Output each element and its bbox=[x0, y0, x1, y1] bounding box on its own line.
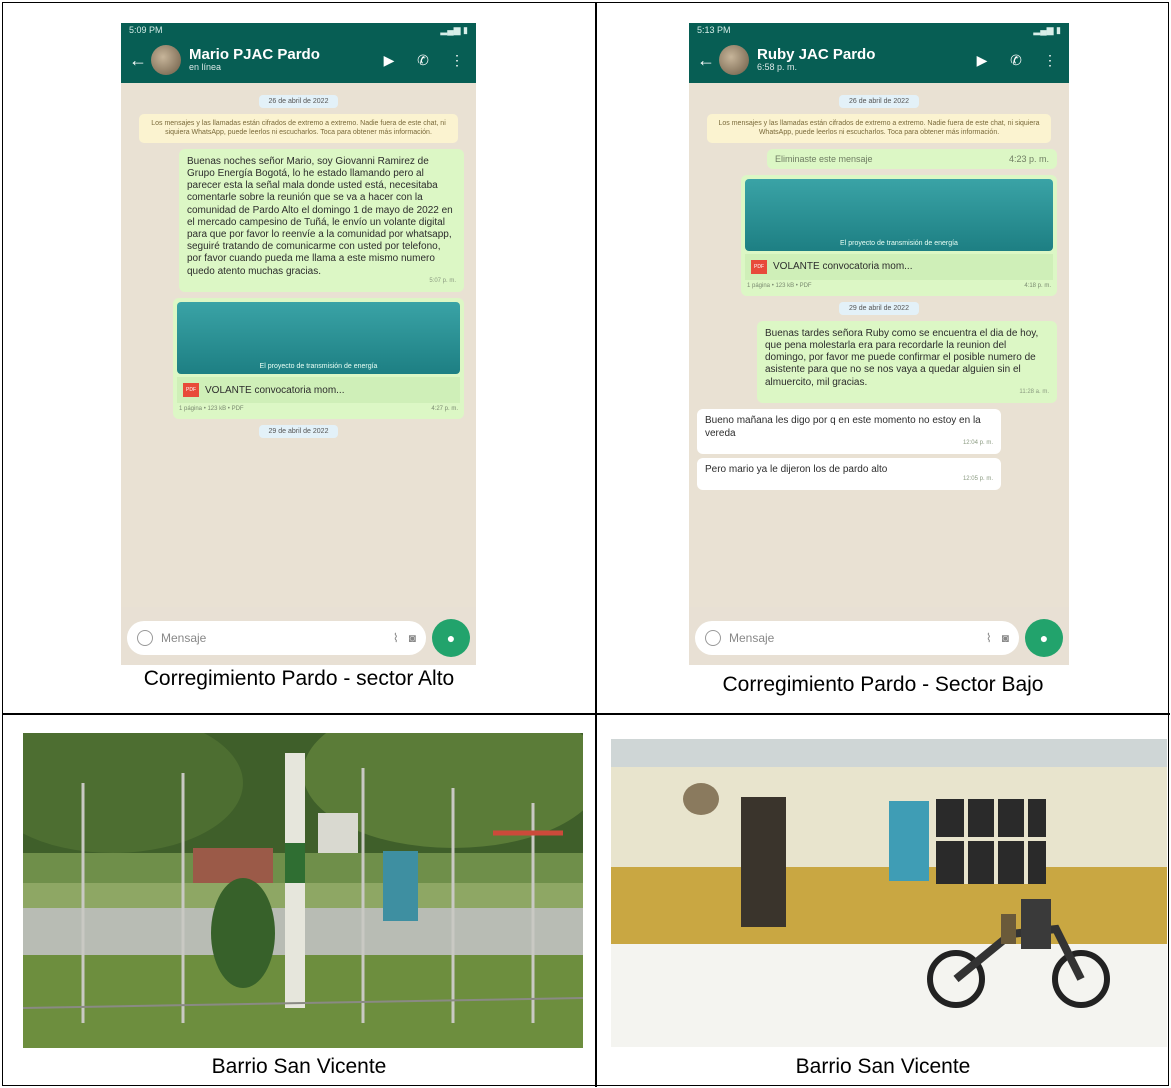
attach-icon[interactable]: ⌇ bbox=[986, 631, 992, 645]
date-pill: 26 de abril de 2022 bbox=[839, 95, 919, 108]
deleted-time: 4:23 p. m. bbox=[1008, 153, 1049, 164]
photo-fenced-park bbox=[23, 733, 583, 1048]
chat-header: ← Mario PJAC Pardo en línea ▶ ✆ ⋮ bbox=[121, 37, 476, 83]
message-input[interactable]: Mensaje ⌇ ◙ bbox=[695, 621, 1019, 655]
message-input[interactable]: Mensaje ⌇ ◙ bbox=[127, 621, 426, 655]
signal-icon: ▂▄▆ ▮ bbox=[1033, 25, 1061, 35]
emoji-icon[interactable] bbox=[705, 630, 721, 646]
avatar[interactable] bbox=[719, 45, 749, 75]
file-time: 4:27 p. m. bbox=[431, 406, 458, 413]
file-meta: 1 página • 123 kB • PDF bbox=[747, 282, 812, 289]
message-input-bar: Mensaje ⌇ ◙ ● bbox=[695, 619, 1063, 657]
pdf-icon: PDF bbox=[183, 383, 199, 398]
file-meta-row: 1 página • 123 kB • PDF 4:27 p. m. bbox=[177, 403, 460, 415]
status-time: 5:13 PM bbox=[697, 25, 731, 35]
incoming-message[interactable]: Bueno mañana les digo por q en este mome… bbox=[697, 409, 1001, 454]
flyer-preview-image: El proyecto de transmisión de energía bbox=[177, 302, 460, 375]
contact-name: Mario PJAC Pardo bbox=[189, 45, 320, 63]
status-bar: 5:13 PM ▂▄▆ ▮ bbox=[689, 23, 1069, 37]
cell-barrio-san-vicente-2: Barrio San Vicente bbox=[596, 715, 1170, 1087]
caption-barrio-san-vicente-1: Barrio San Vicente bbox=[211, 1055, 387, 1078]
file-meta-row: 1 página • 123 kB • PDF 4:18 p. m. bbox=[745, 280, 1053, 292]
date-pill: 29 de abril de 2022 bbox=[258, 425, 339, 439]
emoji-icon[interactable] bbox=[137, 630, 153, 646]
more-options-icon[interactable]: ⋮ bbox=[446, 52, 468, 69]
more-options-icon[interactable]: ⋮ bbox=[1039, 52, 1061, 69]
caption-sector-alto: Corregimiento Pardo - sector Alto bbox=[143, 667, 455, 690]
phone-call-icon[interactable]: ✆ bbox=[1005, 52, 1027, 69]
flyer-preview-image: El proyecto de transmisión de energía bbox=[745, 178, 1053, 251]
video-call-icon[interactable]: ▶ bbox=[971, 52, 993, 69]
reply-time: 12:04 p. m. bbox=[962, 440, 993, 447]
message-text: Buenas tardes señora Ruby como se encuen… bbox=[765, 327, 1039, 388]
chat-header: ← Ruby JAC Pardo 6:58 p. m. ▶ ✆ ⋮ bbox=[689, 37, 1069, 83]
cell-sector-alto: 5:09 PM ▂▄▆ ▮ ← Mario PJAC Pardo en líne… bbox=[3, 3, 595, 713]
pdf-icon: PDF bbox=[751, 259, 767, 274]
contact-status: 6:58 p. m. bbox=[757, 62, 798, 73]
back-arrow-icon[interactable]: ← bbox=[697, 50, 715, 71]
chat-area: 26 de abril de 2022 Los mensajes y las l… bbox=[121, 83, 476, 607]
status-bar: 5:09 PM ▂▄▆ ▮ bbox=[121, 23, 476, 37]
photo-building-motorcycle bbox=[611, 739, 1167, 1047]
microphone-icon[interactable]: ● bbox=[432, 619, 470, 657]
caption-barrio-san-vicente-2: Barrio San Vicente bbox=[795, 1055, 971, 1078]
reply-text: Pero mario ya le dijeron los de pardo al… bbox=[705, 463, 888, 475]
outgoing-message[interactable]: Buenas noches señor Mario, soy Giovanni … bbox=[179, 148, 464, 293]
chat-area: 26 de abril de 2022 Los mensajes y las l… bbox=[689, 83, 1069, 607]
whatsapp-screenshot-alto: 5:09 PM ▂▄▆ ▮ ← Mario PJAC Pardo en líne… bbox=[121, 23, 476, 665]
message-text: Buenas noches señor Mario, soy Giovanni … bbox=[187, 155, 453, 277]
message-time: 11:28 a. m. bbox=[1019, 388, 1049, 395]
contact-status: en línea bbox=[189, 62, 222, 73]
message-input-bar: Mensaje ⌇ ◙ ● bbox=[127, 619, 470, 657]
input-placeholder: Mensaje bbox=[161, 631, 207, 645]
signal-icon: ▂▄▆ ▮ bbox=[440, 25, 468, 35]
contact-info[interactable]: Mario PJAC Pardo en línea bbox=[189, 45, 366, 73]
status-time: 5:09 PM bbox=[129, 25, 163, 35]
back-arrow-icon[interactable]: ← bbox=[129, 50, 147, 71]
cell-barrio-san-vicente-1: Barrio San Vicente bbox=[3, 715, 595, 1087]
incoming-message[interactable]: Pero mario ya le dijeron los de pardo al… bbox=[697, 457, 1001, 490]
message-time: 5:07 p. m. bbox=[429, 277, 456, 284]
input-placeholder: Mensaje bbox=[729, 631, 775, 645]
file-name: VOLANTE convocatoria mom... bbox=[205, 384, 345, 396]
photo-building-drawing bbox=[611, 739, 1167, 1047]
pdf-file-row[interactable]: PDF VOLANTE convocatoria mom... bbox=[745, 253, 1053, 280]
camera-icon[interactable]: ◙ bbox=[409, 631, 416, 645]
contact-info[interactable]: Ruby JAC Pardo 6:58 p. m. bbox=[757, 45, 959, 73]
reply-time: 12:05 p. m. bbox=[962, 476, 993, 483]
date-pill: 26 de abril de 2022 bbox=[258, 95, 339, 108]
avatar[interactable] bbox=[151, 45, 181, 75]
photo-table: 5:09 PM ▂▄▆ ▮ ← Mario PJAC Pardo en líne… bbox=[2, 2, 1170, 1087]
deleted-message[interactable]: Eliminaste este mensaje 4:23 p. m. bbox=[767, 148, 1057, 169]
reply-text: Bueno mañana les digo por q en este mome… bbox=[705, 415, 981, 439]
deleted-text: Eliminaste este mensaje bbox=[775, 153, 873, 164]
flyer-caption: El proyecto de transmisión de energía bbox=[259, 363, 378, 371]
flyer-attachment[interactable]: El proyecto de transmisión de energía PD… bbox=[173, 298, 464, 420]
file-meta: 1 página • 123 kB • PDF bbox=[179, 406, 244, 413]
date-pill: 29 de abril de 2022 bbox=[839, 301, 919, 315]
microphone-icon[interactable]: ● bbox=[1025, 619, 1063, 657]
caption-sector-bajo: Corregimiento Pardo - Sector Bajo bbox=[722, 673, 1044, 696]
contact-name: Ruby JAC Pardo bbox=[757, 45, 876, 63]
encryption-note[interactable]: Los mensajes y las llamadas están cifrad… bbox=[707, 114, 1051, 143]
file-name: VOLANTE convocatoria mom... bbox=[773, 261, 913, 273]
encryption-note[interactable]: Los mensajes y las llamadas están cifrad… bbox=[139, 114, 458, 143]
whatsapp-screenshot-bajo: 5:13 PM ▂▄▆ ▮ ← Ruby JAC Pardo 6:58 p. m… bbox=[689, 23, 1069, 665]
video-call-icon[interactable]: ▶ bbox=[378, 52, 400, 69]
flyer-attachment[interactable]: El proyecto de transmisión de energía PD… bbox=[741, 174, 1057, 296]
attach-icon[interactable]: ⌇ bbox=[393, 631, 399, 645]
phone-call-icon[interactable]: ✆ bbox=[412, 52, 434, 69]
cell-sector-bajo: 5:13 PM ▂▄▆ ▮ ← Ruby JAC Pardo 6:58 p. m… bbox=[596, 3, 1170, 713]
file-time: 4:18 p. m. bbox=[1024, 282, 1051, 289]
flyer-caption: El proyecto de transmisión de energía bbox=[840, 239, 958, 247]
photo-fenced-park-drawing bbox=[23, 733, 583, 1048]
outgoing-message[interactable]: Buenas tardes señora Ruby como se encuen… bbox=[757, 320, 1057, 404]
camera-icon[interactable]: ◙ bbox=[1002, 631, 1009, 645]
pdf-file-row[interactable]: PDF VOLANTE convocatoria mom... bbox=[177, 377, 460, 404]
